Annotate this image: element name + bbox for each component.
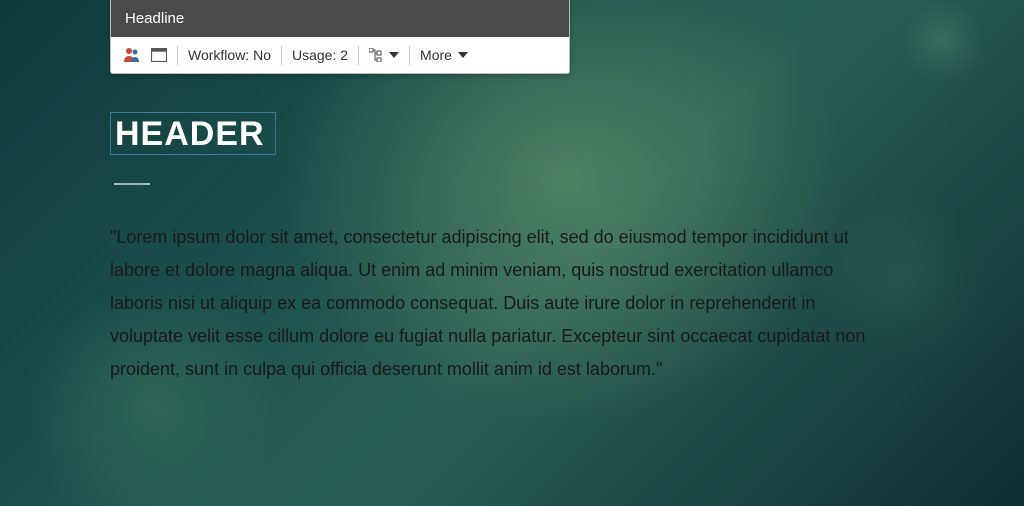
toolbar-divider	[281, 45, 282, 65]
chevron-down-icon	[389, 52, 399, 58]
cms-edit-panel: Headline Workflow: No Usage: 2	[110, 0, 570, 74]
tree-icon	[369, 48, 383, 62]
more-dropdown[interactable]: More	[420, 47, 468, 63]
tree-dropdown[interactable]	[369, 48, 399, 62]
toolbar-divider	[177, 45, 178, 65]
toolbar-divider	[358, 45, 359, 65]
toolbar-divider	[409, 45, 410, 65]
usage-label[interactable]: Usage: 2	[292, 47, 348, 63]
users-icon	[123, 47, 141, 63]
header-underline	[114, 183, 150, 185]
header-block: HEADER	[110, 112, 276, 185]
panel-toolbar: Workflow: No Usage: 2 More	[111, 37, 569, 73]
body-paragraph: "Lorem ipsum dolor sit amet, consectetur…	[110, 221, 870, 386]
window-icon	[151, 48, 167, 62]
page-header[interactable]: HEADER	[110, 112, 276, 155]
window-button[interactable]	[151, 48, 167, 62]
workflow-label[interactable]: Workflow: No	[188, 47, 271, 63]
users-button[interactable]	[123, 47, 141, 63]
panel-title: Headline	[111, 0, 569, 37]
more-label: More	[420, 47, 452, 63]
chevron-down-icon	[458, 52, 468, 58]
